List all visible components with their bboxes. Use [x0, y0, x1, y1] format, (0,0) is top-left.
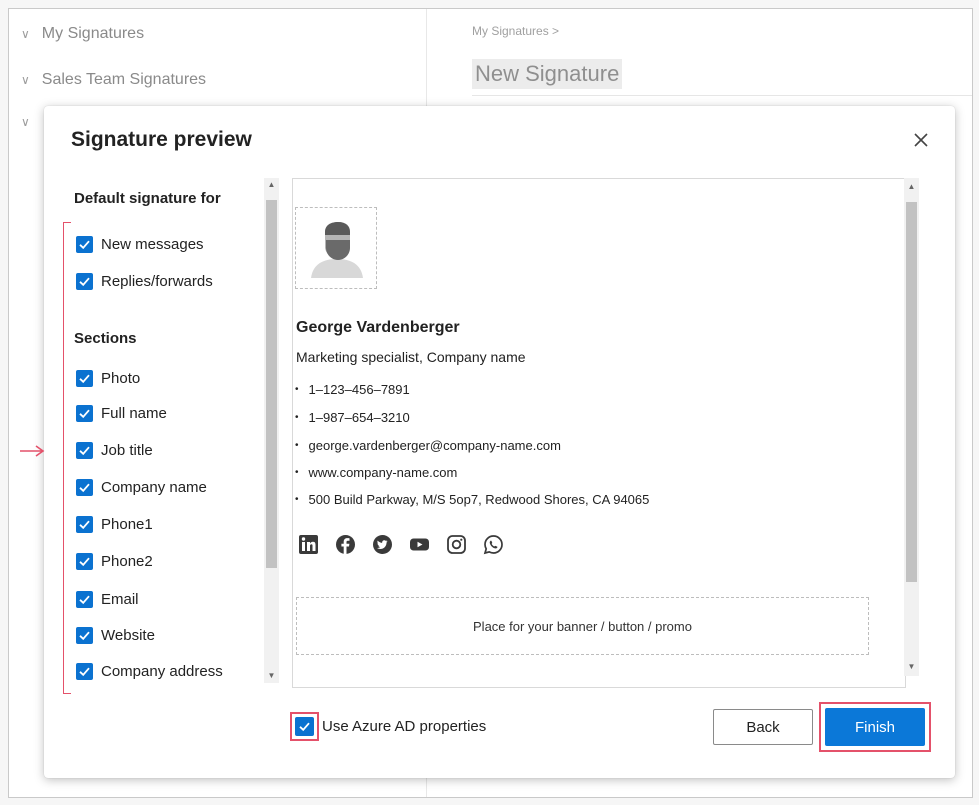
option-label: Company address	[101, 662, 223, 680]
checkmark-icon	[79, 520, 90, 529]
checkbox-checked[interactable]	[76, 235, 93, 253]
option-label: Replies/forwards	[101, 272, 213, 290]
checkbox-checked[interactable]	[76, 626, 93, 644]
youtube-icon	[408, 533, 430, 555]
signature-preview-pane: George Vardenberger Marketing specialist…	[292, 178, 906, 688]
option-label: Email	[101, 590, 139, 608]
checkmark-icon	[79, 483, 90, 492]
checkmark-icon	[299, 722, 310, 732]
option-company-name[interactable]: Company name	[76, 476, 207, 498]
finish-button[interactable]: Finish	[825, 708, 925, 746]
checkmark-icon	[79, 595, 90, 604]
close-button[interactable]	[911, 130, 931, 150]
option-replies-forwards[interactable]: Replies/forwards	[76, 270, 213, 292]
social-icons-row	[297, 533, 504, 555]
default-for-heading: Default signature for	[74, 190, 221, 207]
option-label: Photo	[101, 369, 141, 387]
chevron-down-icon: ∨	[21, 27, 30, 41]
avatar-icon	[311, 222, 363, 278]
banner-placeholder: Place for your banner / button / promo	[296, 597, 869, 655]
option-label: Full name	[101, 404, 167, 422]
option-phone1[interactable]: Phone1	[76, 513, 153, 535]
signature-preview-dialog: Signature preview Default signature for …	[20, 106, 955, 778]
tree-item-my-signatures[interactable]: ∨ My Signatures	[21, 25, 144, 43]
checkbox-checked[interactable]	[76, 590, 93, 608]
finish-button-highlight: Finish	[819, 702, 931, 752]
tree-item-sales-team-signatures[interactable]: ∨ Sales Team Signatures	[21, 71, 206, 89]
whatsapp-icon	[482, 533, 504, 555]
option-label: Phone1	[101, 515, 153, 533]
option-website[interactable]: Website	[76, 624, 155, 646]
option-email[interactable]: Email	[76, 588, 139, 610]
tree-item-label: My Signatures	[41, 25, 145, 42]
checkmark-icon	[79, 240, 90, 249]
option-label: Company name	[101, 478, 207, 496]
checkmark-icon	[79, 409, 90, 418]
checkbox-checked[interactable]	[76, 515, 93, 533]
facebook-icon	[334, 533, 356, 555]
scroll-down-icon[interactable]: ▼	[904, 660, 919, 674]
close-icon	[914, 133, 928, 147]
option-company-address[interactable]: Company address	[76, 660, 223, 682]
chevron-down-icon: ∨	[21, 73, 30, 87]
option-photo[interactable]: Photo	[76, 367, 140, 389]
checkbox-checked[interactable]	[76, 369, 93, 387]
linkedin-icon	[297, 533, 319, 555]
signature-website: • www.company-name.com	[295, 465, 458, 480]
azure-ad-checkbox-highlight	[290, 712, 319, 741]
tree-item-label: Sales Team Signatures	[41, 71, 207, 88]
scroll-up-icon[interactable]: ▲	[264, 178, 279, 192]
photo-placeholder	[295, 207, 377, 289]
option-phone2[interactable]: Phone2	[76, 550, 153, 572]
twitter-icon	[371, 533, 393, 555]
signature-phone2: • 1–987–654–3210	[295, 410, 410, 425]
checkbox-checked[interactable]	[76, 478, 93, 496]
checkmark-icon	[79, 667, 90, 676]
checkmark-icon	[79, 277, 90, 286]
signature-full-name: George Vardenberger	[296, 319, 460, 336]
checkbox-checked[interactable]	[76, 404, 93, 422]
dialog-title: Signature preview	[71, 128, 252, 151]
scrollbar-thumb[interactable]	[266, 200, 277, 568]
options-panel: Default signature for New messages Repli…	[71, 178, 286, 688]
option-full-name[interactable]: Full name	[76, 402, 167, 424]
checkbox-checked[interactable]	[76, 552, 93, 570]
divider	[472, 95, 972, 96]
arrow-right-icon	[20, 445, 45, 457]
option-job-title[interactable]: Job title	[76, 439, 153, 461]
tree-item-collapsed[interactable]: ∨	[21, 115, 30, 129]
breadcrumb[interactable]: My Signatures >	[472, 24, 559, 38]
signature-email: • george.vardenberger@company-name.com	[295, 438, 561, 453]
scroll-up-icon[interactable]: ▲	[904, 180, 919, 194]
checkbox-checked[interactable]	[76, 272, 93, 290]
option-label: Website	[101, 626, 155, 644]
scroll-down-icon[interactable]: ▼	[264, 669, 279, 683]
highlight-bracket	[63, 222, 71, 694]
chevron-down-icon: ∨	[21, 115, 30, 129]
checkmark-icon	[79, 557, 90, 566]
checkbox-checked[interactable]	[76, 662, 93, 680]
option-label: Phone2	[101, 552, 153, 570]
instagram-icon	[445, 533, 467, 555]
checkmark-icon	[79, 631, 90, 640]
options-scrollbar[interactable]: ▲ ▼	[264, 178, 279, 683]
checkbox-checked[interactable]	[76, 441, 93, 459]
signature-address: • 500 Build Parkway, M/S 5op7, Redwood Sh…	[295, 492, 650, 507]
azure-ad-label[interactable]: Use Azure AD properties	[322, 718, 486, 735]
checkmark-icon	[79, 446, 90, 455]
back-button[interactable]: Back	[713, 709, 813, 745]
signature-job-title: Marketing specialist, Company name	[296, 349, 526, 365]
azure-ad-checkbox[interactable]	[295, 717, 314, 736]
option-new-messages[interactable]: New messages	[76, 233, 204, 255]
sections-heading: Sections	[74, 330, 137, 347]
checkmark-icon	[79, 374, 90, 383]
option-label: New messages	[101, 235, 204, 253]
signature-phone1: • 1–123–456–7891	[295, 382, 410, 397]
scrollbar-thumb[interactable]	[906, 202, 917, 582]
preview-scrollbar[interactable]: ▲ ▼	[904, 178, 919, 676]
page-title: New Signature	[472, 59, 623, 89]
option-label: Job title	[101, 441, 153, 459]
